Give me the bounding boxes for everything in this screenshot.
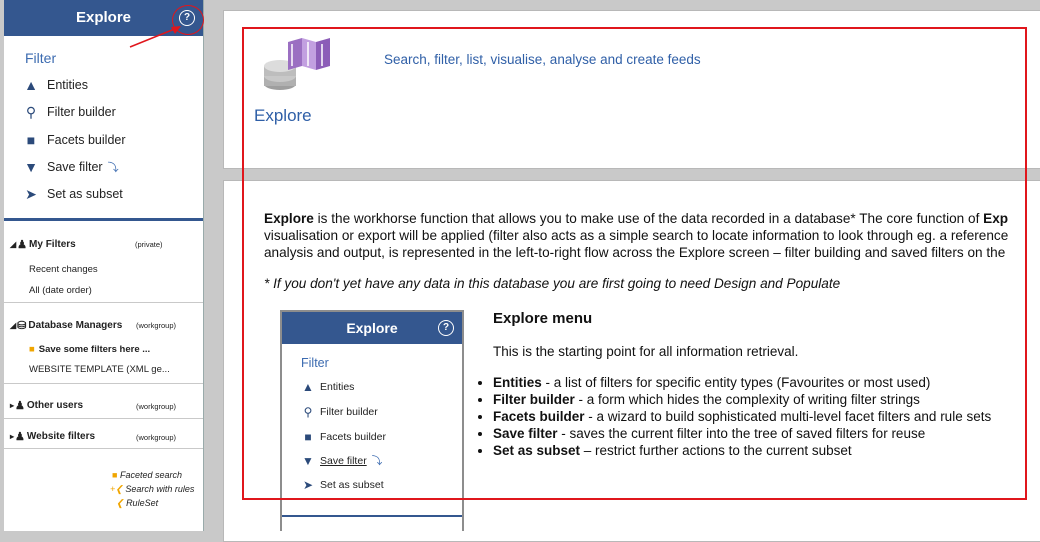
faceted-search-link[interactable]: ■ Faceted search — [112, 470, 182, 480]
explore-sidebar: Explore ? Filter ▲ Entities ⚲ Filter bui… — [4, 0, 204, 531]
menu-item-filter-builder[interactable]: ⚲ Filter builder — [22, 102, 116, 122]
link-label: Search with rules — [125, 484, 195, 494]
collapsed-triangle-icon: ▸ — [10, 432, 15, 441]
cube-icon: ■ — [112, 470, 118, 480]
ruleset-link[interactable]: ❮ RuleSet — [116, 498, 158, 509]
divider — [4, 383, 203, 384]
scope-label: (workgroup) — [136, 402, 177, 411]
collapsed-triangle-icon: ▸ — [10, 401, 15, 410]
ruleset-icon: ❮ — [116, 498, 124, 508]
menu-item-label: Filter builder — [47, 105, 116, 119]
menu-item-set-as-subset[interactable]: ➤ Set as subset — [22, 184, 123, 204]
lightning-icon: ➤ — [25, 185, 37, 202]
menu-item-label: Set as subset — [47, 187, 123, 201]
chevron-down-icon[interactable]: ⤵ — [108, 159, 119, 175]
menu-item-label: Save filter — [47, 160, 103, 174]
group-label: My Filters — [29, 239, 76, 250]
group-database-managers[interactable]: ◢ ⛁ Database Managers — [10, 319, 122, 332]
expanded-triangle-icon: ◢ — [10, 321, 17, 330]
expanded-triangle-icon: ◢ — [10, 240, 17, 249]
filter-label: Filter — [25, 50, 57, 66]
magnify-plus-icon: ⚲ — [25, 103, 37, 120]
group-other-users[interactable]: ▸ ♟ Other users — [10, 399, 83, 412]
divider — [4, 302, 203, 303]
menu-item-label: Entities — [47, 78, 88, 92]
scope-label: (workgroup) — [136, 321, 177, 330]
scope-label: (private) — [135, 240, 163, 249]
saved-filter-item[interactable]: All (date order) — [29, 285, 92, 296]
user-icon: ♟ — [15, 400, 25, 412]
group-my-filters[interactable]: ◢ ♟ My Filters — [10, 238, 76, 251]
link-label: RuleSet — [126, 498, 159, 508]
rules-icon: +❮ — [110, 484, 123, 494]
link-label: Faceted search — [119, 470, 182, 480]
mini-divider — [282, 515, 462, 517]
group-label: Website filters — [26, 431, 96, 442]
user-icon: ♟ — [17, 239, 28, 251]
database-icon: ⛁ — [17, 320, 27, 332]
divider — [4, 448, 203, 449]
annotation-arrow — [129, 26, 181, 48]
saved-filter-item[interactable]: ■ Save some filters here ... — [29, 344, 150, 355]
group-label: Other users — [26, 400, 84, 411]
saved-filter-item[interactable]: Recent changes — [29, 264, 98, 275]
divider — [4, 218, 203, 221]
annotation-rectangle — [242, 27, 1027, 500]
compass-icon: ▲ — [24, 77, 38, 93]
menu-item-facets-builder[interactable]: ■ Facets builder — [22, 130, 126, 150]
menu-item-save-filter[interactable]: ▼ Save filter ⤵ — [22, 157, 119, 177]
menu-item-entities[interactable]: ▲ Entities — [22, 75, 88, 95]
cube-icon: ■ — [26, 132, 36, 148]
group-website-filters[interactable]: ▸ ♟ Website filters — [10, 430, 95, 443]
funnel-plus-icon: ▼ — [24, 159, 38, 175]
user-icon: ♟ — [15, 431, 25, 443]
folder-icon: ■ — [29, 344, 35, 355]
saved-filter-label: Save some filters here ... — [38, 344, 151, 355]
saved-filter-item[interactable]: WEBSITE TEMPLATE (XML ge... — [29, 364, 170, 375]
search-with-rules-link[interactable]: +❮ Search with rules — [110, 484, 194, 495]
group-label: Database Managers — [28, 320, 123, 331]
divider — [4, 418, 203, 419]
scope-label: (workgroup) — [136, 433, 177, 442]
menu-item-label: Facets builder — [47, 133, 126, 147]
